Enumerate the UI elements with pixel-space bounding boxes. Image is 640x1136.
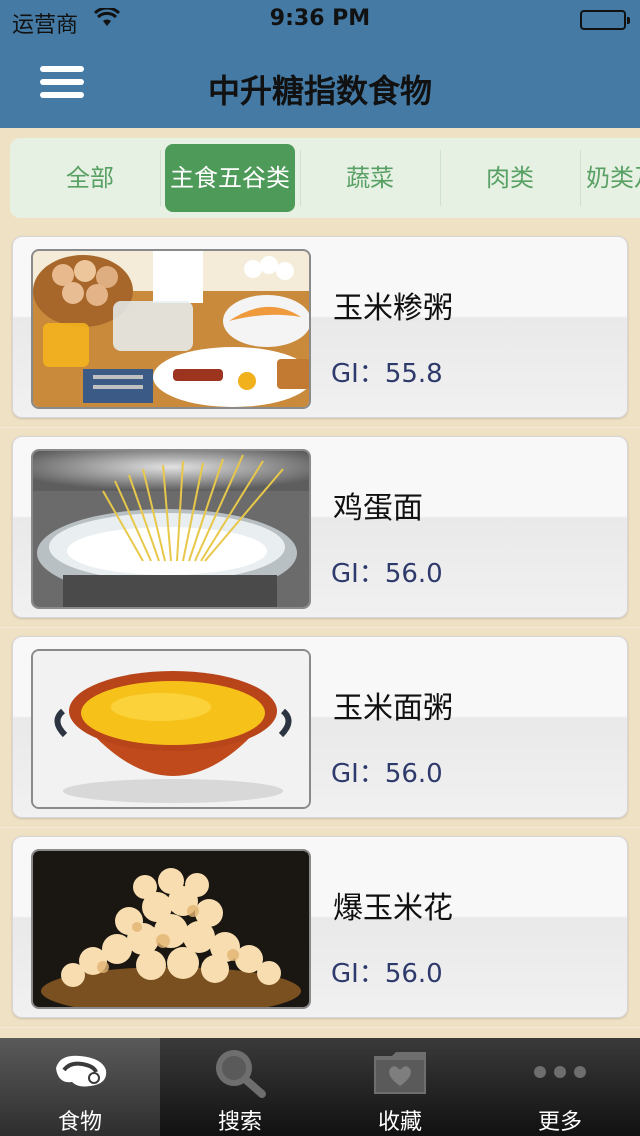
page-title: 中升糖指数食物: [207, 72, 432, 110]
food-card[interactable]: 玉米面粥 GI：56.0: [12, 636, 628, 818]
food-list: 玉米糁粥 GI：55.8 鸡蛋面 GI：56.0 玉米面粥 GI：56.0 爆玉…: [0, 228, 640, 1028]
search-icon: [210, 1048, 270, 1098]
list-item: 爆玉米花 GI：56.0: [0, 828, 640, 1028]
heart-folder-icon: [370, 1048, 430, 1098]
tabbar-favorites[interactable]: 收藏: [320, 1038, 480, 1136]
food-gi-value: GI：55.8: [331, 359, 443, 389]
more-dots-icon: [530, 1048, 590, 1098]
meat-icon: [50, 1048, 110, 1098]
food-name: 玉米糁粥: [333, 291, 453, 326]
tabbar-search-label: 搜索: [217, 1110, 262, 1135]
food-card[interactable]: 玉米糁粥 GI：55.8: [12, 236, 628, 418]
food-name: 爆玉米花: [333, 891, 453, 926]
tabbar-more[interactable]: 更多: [480, 1038, 640, 1136]
food-card[interactable]: 爆玉米花 GI：56.0: [12, 836, 628, 1018]
food-gi-value: GI：56.0: [331, 959, 443, 989]
tab-meat[interactable]: 肉类: [440, 144, 580, 212]
food-name: 鸡蛋面: [333, 491, 423, 526]
tab-divider: [160, 150, 161, 206]
tab-dairy[interactable]: 奶类及: [576, 144, 640, 212]
food-image-corn-porridge: [31, 649, 311, 809]
tabbar-favorites-label: 收藏: [377, 1110, 422, 1135]
list-item: 鸡蛋面 GI：56.0: [0, 428, 640, 628]
tabbar-food[interactable]: 食物: [0, 1038, 160, 1136]
tab-bar: 食物 搜索 收藏 更多: [0, 1038, 640, 1136]
food-image-noodles: [31, 449, 311, 609]
food-gi-value: GI：56.0: [331, 559, 443, 589]
food-gi-value: GI：56.0: [331, 759, 443, 789]
tab-staple-grains[interactable]: 主食五谷类: [165, 144, 295, 212]
list-item: 玉米糁粥 GI：55.8: [0, 228, 640, 428]
tabbar-food-label: 食物: [57, 1110, 102, 1135]
category-tabs: 全部 主食五谷类 蔬菜 肉类 奶类及: [10, 138, 640, 218]
tabbar-more-label: 更多: [537, 1110, 582, 1135]
tabbar-search[interactable]: 搜索: [160, 1038, 320, 1136]
navigation-bar: 运营商 9:36 PM 中升糖指数食物: [0, 0, 640, 128]
food-card[interactable]: 鸡蛋面 GI：56.0: [12, 436, 628, 618]
food-image-breakfast: [31, 249, 311, 409]
food-image-popcorn: [31, 849, 311, 1009]
battery-icon: [580, 10, 630, 30]
status-time: 9:36 PM: [269, 6, 371, 31]
food-name: 玉米面粥: [333, 691, 453, 726]
tab-all[interactable]: 全部: [20, 144, 160, 212]
list-item: 玉米面粥 GI：56.0: [0, 628, 640, 828]
status-bar: 运营商 9:36 PM: [0, 0, 640, 40]
tab-vegetables[interactable]: 蔬菜: [300, 144, 440, 212]
